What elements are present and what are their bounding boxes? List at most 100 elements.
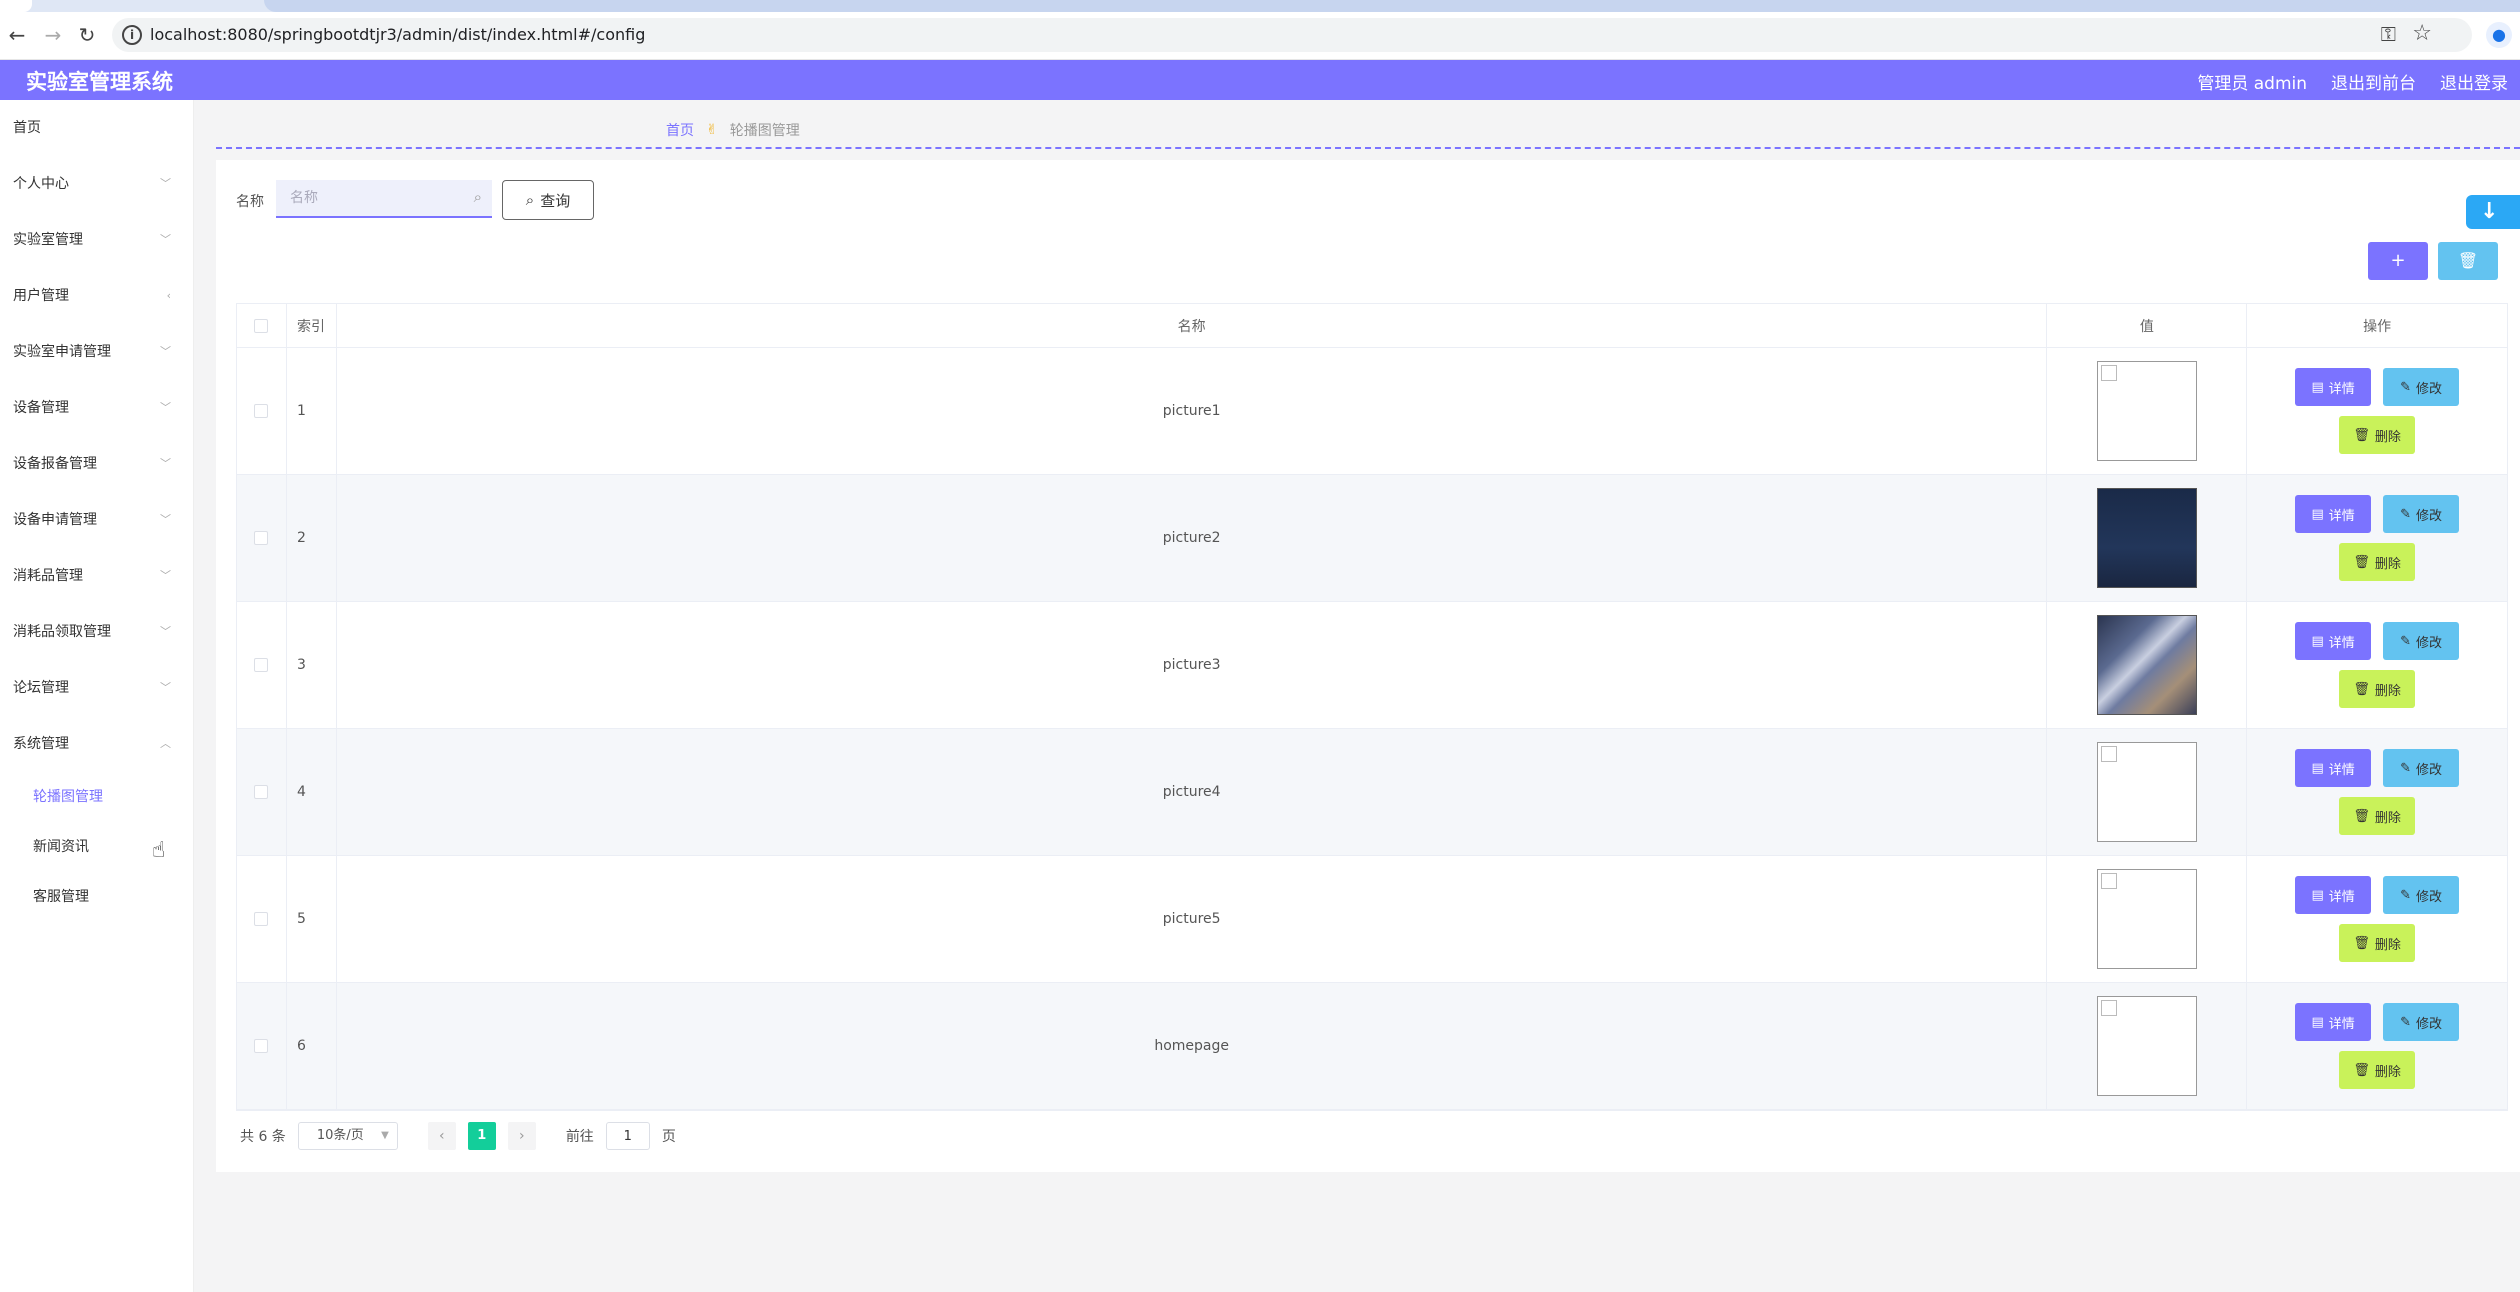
address-bar[interactable]: i localhost:8080/springbootdtjr3/admin/d… bbox=[112, 18, 2472, 52]
row-index: 5 bbox=[287, 856, 337, 982]
chevron-icon: ﹀ bbox=[160, 233, 171, 246]
row-image-thumbnail[interactable] bbox=[2096, 361, 2197, 461]
chevron-icon: ﹀ bbox=[160, 401, 171, 414]
sidebar-item[interactable]: 消耗品领取管理 ﹀ bbox=[0, 604, 193, 660]
delete-button[interactable]: 🗑 删除 bbox=[2339, 797, 2416, 835]
edit-button[interactable]: ✎ 修改 bbox=[2383, 622, 2460, 660]
column-header-value: 值 bbox=[2047, 304, 2248, 347]
table-row: 1 picture1 ▤ 详情 ✎ 修改 🗑 删除 bbox=[237, 348, 2507, 475]
row-checkbox[interactable] bbox=[254, 1039, 269, 1053]
sidebar-item[interactable]: 系统管理 ︿ bbox=[0, 716, 193, 772]
document-icon: ▤ bbox=[2311, 1014, 2324, 1030]
breadcrumb-home[interactable]: 首页 bbox=[666, 120, 694, 140]
search-icon: ⌕ bbox=[525, 191, 535, 209]
row-actions: ▤ 详情 ✎ 修改 🗑 删除 bbox=[2287, 368, 2467, 454]
row-actions: ▤ 详情 ✎ 修改 🗑 删除 bbox=[2287, 749, 2467, 835]
detail-button[interactable]: ▤ 详情 bbox=[2295, 368, 2372, 406]
page-number-current[interactable]: 1 bbox=[467, 1122, 496, 1150]
edit-button[interactable]: ✎ 修改 bbox=[2383, 368, 2460, 406]
row-image-thumbnail[interactable] bbox=[2096, 996, 2197, 1096]
table-row: 5 picture5 ▤ 详情 ✎ 修改 🗑 删除 bbox=[237, 856, 2507, 983]
edit-button-label: 修改 bbox=[2416, 381, 2443, 397]
delete-button[interactable]: 🗑 删除 bbox=[2339, 1051, 2416, 1089]
detail-button[interactable]: ▤ 详情 bbox=[2295, 495, 2372, 533]
forward-arrow-icon[interactable]: → bbox=[40, 22, 66, 48]
search-input[interactable] bbox=[276, 180, 456, 216]
select-all-checkbox[interactable] bbox=[254, 318, 269, 333]
key-icon[interactable]: ⚿ bbox=[2381, 22, 2396, 46]
row-image-thumbnail[interactable] bbox=[2096, 869, 2197, 969]
scroll-down-arrow-icon[interactable]: ↓ bbox=[2466, 195, 2520, 229]
delete-button[interactable]: 🗑 删除 bbox=[2339, 543, 2416, 581]
add-button[interactable]: + bbox=[2368, 242, 2428, 280]
row-checkbox[interactable] bbox=[254, 658, 269, 672]
chevron-icon: ﹀ bbox=[160, 569, 171, 582]
profile-avatar-icon[interactable]: ● bbox=[2486, 22, 2512, 48]
goto-page-input[interactable] bbox=[605, 1122, 650, 1150]
edit-button[interactable]: ✎ 修改 bbox=[2383, 495, 2460, 533]
row-checkbox[interactable] bbox=[254, 531, 269, 545]
row-value-cell bbox=[2047, 856, 2248, 982]
sidebar-item[interactable]: 论坛管理 ﹀ bbox=[0, 660, 193, 716]
sidebar-item[interactable]: 消耗品管理 ﹀ bbox=[0, 548, 193, 604]
sidebar-item[interactable]: 个人中心 ﹀ bbox=[0, 156, 193, 212]
sidebar-item[interactable]: 用户管理 ‹ bbox=[0, 268, 193, 324]
prev-page-chevron-icon[interactable]: ‹ bbox=[427, 1122, 456, 1150]
query-button[interactable]: ⌕ 查询 bbox=[502, 180, 594, 220]
row-value-cell bbox=[2047, 602, 2248, 728]
row-value-cell bbox=[2047, 475, 2248, 601]
data-table: 索引 名称 值 操作 1 picture1 ▤ 详情 ✎ 修改 🗑 删除 2 picture2 ▤ 详… bbox=[236, 303, 2508, 1111]
logout-link[interactable]: 退出登录 bbox=[2440, 69, 2508, 94]
sidebar-item[interactable]: 实验室申请管理 ﹀ bbox=[0, 324, 193, 380]
row-index: 6 bbox=[287, 983, 337, 1109]
sidebar-item-home[interactable]: 首页 bbox=[0, 100, 193, 156]
row-name: picture3 bbox=[337, 602, 2048, 728]
sidebar-item[interactable]: 设备报备管理 ﹀ bbox=[0, 436, 193, 492]
sidebar-item[interactable]: 实验室管理 ﹀ bbox=[0, 212, 193, 268]
column-header-index: 索引 bbox=[287, 304, 337, 347]
chevron-icon: ﹀ bbox=[160, 625, 171, 638]
app-header: 实验室管理系统 管理员 admin 退出到前台 退出登录 bbox=[0, 60, 2520, 100]
row-value-cell bbox=[2047, 983, 2248, 1109]
site-info-icon[interactable]: i bbox=[122, 25, 142, 45]
sidebar-item-label: 首页 bbox=[13, 120, 41, 136]
row-image-thumbnail[interactable] bbox=[2096, 742, 2197, 842]
row-checkbox[interactable] bbox=[254, 404, 269, 418]
sidebar-subitem-label: 客服管理 bbox=[33, 889, 89, 905]
detail-button[interactable]: ▤ 详情 bbox=[2295, 749, 2372, 787]
delete-button[interactable]: 🗑 删除 bbox=[2339, 670, 2416, 708]
bookmark-star-icon[interactable]: ☆ bbox=[2412, 21, 2432, 46]
chevron-icon: ﹀ bbox=[160, 513, 171, 526]
row-image-thumbnail[interactable] bbox=[2096, 615, 2197, 715]
sidebar-subitem[interactable]: 客服管理 bbox=[0, 872, 193, 922]
trash-icon: 🗑 bbox=[2457, 251, 2479, 270]
reload-icon[interactable]: ↻ bbox=[74, 22, 100, 48]
hand-cursor-icon: ☝ bbox=[152, 838, 166, 863]
edit-button-label: 修改 bbox=[2416, 889, 2443, 905]
row-image-thumbnail[interactable] bbox=[2096, 488, 2197, 588]
back-to-front-link[interactable]: 退出到前台 bbox=[2331, 69, 2416, 94]
back-arrow-icon[interactable]: ← bbox=[4, 22, 30, 48]
pencil-icon: ✎ bbox=[2400, 887, 2412, 903]
sidebar-item[interactable]: 设备管理 ﹀ bbox=[0, 380, 193, 436]
row-checkbox[interactable] bbox=[254, 912, 269, 926]
url-text[interactable]: localhost:8080/springbootdtjr3/admin/dis… bbox=[150, 25, 645, 44]
edit-button-label: 修改 bbox=[2416, 635, 2443, 651]
delete-button[interactable]: 🗑 删除 bbox=[2339, 416, 2416, 454]
broken-image-icon bbox=[2100, 365, 2117, 381]
detail-button[interactable]: ▤ 详情 bbox=[2295, 1003, 2372, 1041]
edit-button[interactable]: ✎ 修改 bbox=[2383, 1003, 2460, 1041]
sidebar-item[interactable]: 设备申请管理 ﹀ bbox=[0, 492, 193, 548]
edit-button[interactable]: ✎ 修改 bbox=[2383, 749, 2460, 787]
detail-button[interactable]: ▤ 详情 bbox=[2295, 622, 2372, 660]
detail-button[interactable]: ▤ 详情 bbox=[2295, 876, 2372, 914]
batch-delete-button[interactable]: 🗑 bbox=[2438, 242, 2498, 280]
browser-tab[interactable] bbox=[0, 0, 32, 12]
delete-button[interactable]: 🗑 删除 bbox=[2339, 924, 2416, 962]
next-page-chevron-icon[interactable]: › bbox=[507, 1122, 536, 1150]
sidebar-item-label: 设备管理 bbox=[13, 400, 69, 416]
page-size-select[interactable]: 10条/页 ▼ bbox=[297, 1122, 398, 1150]
edit-button[interactable]: ✎ 修改 bbox=[2383, 876, 2460, 914]
row-checkbox[interactable] bbox=[254, 785, 269, 799]
sidebar-subitem[interactable]: 轮播图管理 bbox=[0, 772, 193, 822]
